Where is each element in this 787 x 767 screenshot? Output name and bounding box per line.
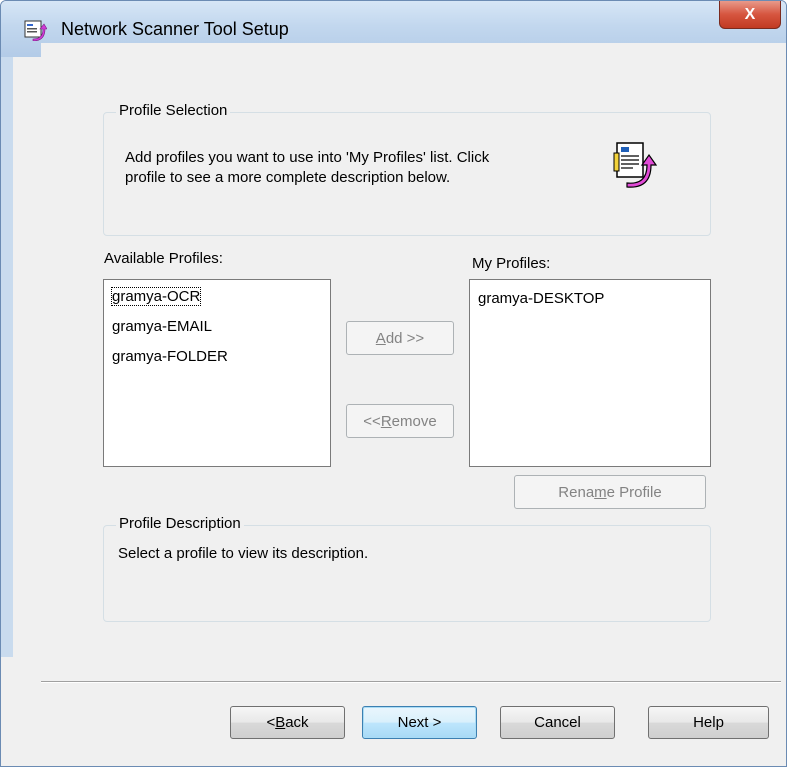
profile-description-group: Profile Description [103,515,711,622]
back-button-label-suffix: ack [285,714,309,731]
remove-button-label-prefix: << [363,412,381,430]
list-item[interactable]: gramya-OCR [110,287,202,306]
scanner-app-icon [24,20,47,41]
cancel-button[interactable]: Cancel [500,706,615,739]
available-profiles-label: Available Profiles: [104,250,223,267]
profile-selection-text-line2: profile to see a more complete descripti… [125,169,451,186]
add-button[interactable]: Add >> [346,321,454,355]
rename-profile-button[interactable]: Rena m e Profile [514,475,706,509]
remove-button-label-suffix: emove [391,412,437,430]
profile-selection-legend: Profile Selection [116,102,231,119]
profile-selection-text-line1: Add profiles you want to use into 'My Pr… [125,149,490,166]
list-item[interactable]: gramya-DESKTOP [478,290,604,307]
window-title: Network Scanner Tool Setup [61,19,289,39]
footer-separator [41,681,781,683]
add-button-accelerator: A [375,329,386,347]
rename-button-accelerator: m [594,483,607,501]
help-button[interactable]: Help [648,706,769,739]
setup-window: Network Scanner Tool Setup X Profile Sel… [0,0,787,767]
back-button-accelerator: B [275,714,286,731]
available-profiles-list[interactable]: gramya-OCR gramya-EMAIL gramya-FOLDER [103,279,331,467]
profile-document-icon [613,142,657,188]
close-button[interactable]: X [719,1,781,29]
profile-description-legend: Profile Description [116,515,244,532]
next-button[interactable]: Next > [362,706,477,739]
list-item[interactable]: gramya-EMAIL [112,318,212,335]
remove-button[interactable]: << Remove [346,404,454,438]
my-profiles-list[interactable]: gramya-DESKTOP [469,279,711,467]
my-profiles-label: My Profiles: [472,255,551,272]
profile-description-text: Select a profile to view its description… [118,545,369,562]
left-frame [1,57,13,657]
back-button[interactable]: < Back [230,706,345,739]
list-item[interactable]: gramya-FOLDER [112,348,228,365]
rename-button-label-prefix: Rena [558,483,595,501]
back-button-label-prefix: < [266,714,276,731]
rename-button-label-suffix: e Profile [606,483,662,501]
remove-button-accelerator: R [380,412,392,430]
add-button-label-suffix: dd >> [385,329,425,347]
